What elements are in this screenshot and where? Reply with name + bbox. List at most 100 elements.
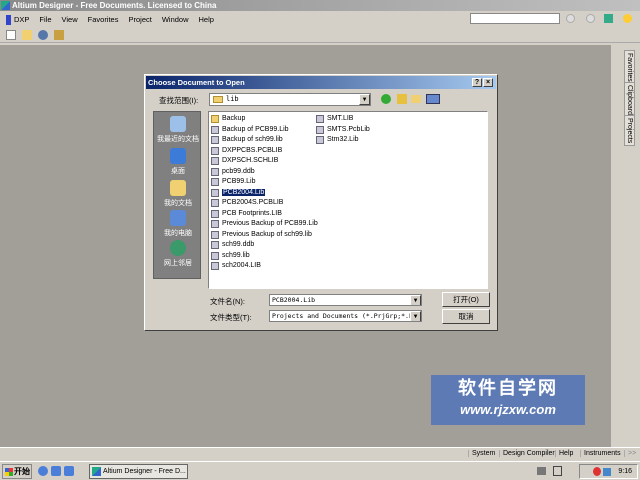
back-icon[interactable] xyxy=(381,94,391,104)
menu-window[interactable]: Window xyxy=(162,15,189,24)
network-icon[interactable] xyxy=(604,14,613,23)
list-item[interactable]: Backup xyxy=(211,114,245,124)
list-item[interactable]: Previous Backup of sch99.lib xyxy=(211,230,312,240)
file-name: sch99.ddb xyxy=(222,241,255,248)
menu-view[interactable]: View xyxy=(62,15,78,24)
library-icon[interactable] xyxy=(54,30,64,40)
list-item[interactable]: SMT.LIB xyxy=(316,114,353,124)
place-network[interactable]: 网上邻居 xyxy=(154,240,202,268)
altium-logo-icon xyxy=(1,1,10,10)
tab-projects[interactable]: Projects xyxy=(624,115,635,147)
list-item[interactable]: sch2004.LIB xyxy=(211,261,261,271)
filename-input[interactable]: PCB2004.Lib ▼ xyxy=(269,294,422,306)
list-item[interactable]: DXPPCBS.PCBLIB xyxy=(211,146,282,156)
file-name: PCB2004.Lib xyxy=(222,188,266,196)
chevron-down-icon[interactable]: ▼ xyxy=(410,295,421,305)
status-more[interactable]: >> xyxy=(624,450,636,457)
back-icon[interactable] xyxy=(566,14,575,23)
menu-project[interactable]: Project xyxy=(128,15,151,24)
list-item[interactable]: sch99.ddb xyxy=(211,240,254,250)
file-icon xyxy=(211,125,219,134)
file-name: PCB Footprints.LIB xyxy=(222,209,282,217)
desktop-icon[interactable] xyxy=(64,466,74,476)
open-folder-icon[interactable] xyxy=(22,30,32,40)
chevron-down-icon[interactable]: ▼ xyxy=(410,311,421,321)
network-icon[interactable] xyxy=(603,468,611,476)
place-my-computer[interactable]: 我的电脑 xyxy=(154,210,202,238)
taskbar: 开始 Altium Designer - Free D... 9:16 xyxy=(0,461,640,480)
address-input[interactable] xyxy=(470,13,560,24)
file-name: sch99.lib xyxy=(222,251,250,259)
list-item[interactable]: sch99.lib xyxy=(211,251,250,261)
file-name: Backup of PCB99.Lib xyxy=(222,125,289,133)
start-button[interactable]: 开始 xyxy=(2,464,32,479)
list-item[interactable]: SMTS.PcbLib xyxy=(316,125,370,135)
list-item[interactable]: PCB99.Lib xyxy=(211,177,255,187)
watermark-url: www.rjzxw.com xyxy=(460,402,556,417)
menu-file[interactable]: File xyxy=(39,15,51,24)
desktop-icon xyxy=(170,148,186,164)
tab-clipboard[interactable]: Clipboard xyxy=(624,82,635,118)
help-button[interactable]: ? xyxy=(472,78,482,87)
tab-favorites[interactable]: Favorites xyxy=(624,50,635,85)
list-item[interactable]: DXPSCH.SCHLIB xyxy=(211,156,278,166)
folder-icon xyxy=(211,115,219,123)
look-in-dropdown[interactable]: lib ▼ xyxy=(209,93,371,106)
open-button[interactable]: 打开(O) xyxy=(442,292,490,307)
new-document-icon[interactable] xyxy=(6,30,16,40)
qq-icon[interactable] xyxy=(593,467,601,476)
list-item[interactable]: PCB2004S.PCBLIB xyxy=(211,198,283,208)
file-icon xyxy=(211,157,219,165)
taskbar-item-altium[interactable]: Altium Designer - Free D... xyxy=(89,464,188,479)
close-button[interactable]: × xyxy=(483,78,493,87)
forward-icon[interactable] xyxy=(586,14,595,23)
app-title: Altium Designer - Free Documents. Licens… xyxy=(12,1,217,10)
list-item[interactable]: pcb99.ddb xyxy=(211,167,255,177)
file-icon xyxy=(211,136,219,144)
file-icon xyxy=(211,209,219,218)
project-icon[interactable] xyxy=(38,30,48,40)
file-name: DXPSCH.SCHLIB xyxy=(222,157,279,164)
menu-help[interactable]: Help xyxy=(199,15,214,24)
menu-dxp[interactable]: DXP xyxy=(6,14,29,25)
printer-icon[interactable] xyxy=(537,467,546,475)
menu-favorites[interactable]: Favorites xyxy=(88,15,119,24)
view-menu-icon[interactable] xyxy=(426,94,440,104)
list-item-selected[interactable]: PCB2004.Lib xyxy=(211,188,266,198)
list-item[interactable]: Previous Backup of PCB99.Lib xyxy=(211,219,318,229)
task-label: Altium Designer - Free D... xyxy=(103,468,186,475)
help-icon[interactable] xyxy=(553,466,562,476)
status-system[interactable]: System xyxy=(468,450,495,457)
start-label: 开始 xyxy=(14,467,30,476)
file-icon xyxy=(211,241,219,249)
folder-icon xyxy=(213,96,223,103)
dxp-icon xyxy=(6,14,11,25)
filename-value: PCB2004.Lib xyxy=(272,296,316,304)
up-folder-icon[interactable] xyxy=(397,94,407,104)
list-item[interactable]: Stm32.Lib xyxy=(316,135,359,145)
filetype-dropdown[interactable]: Projects and Documents (*.PrjGrp;*.Pr ▼ xyxy=(269,310,422,322)
place-desktop[interactable]: 桌面 xyxy=(154,148,202,176)
status-help[interactable]: Help xyxy=(555,450,573,457)
file-name: Stm32.Lib xyxy=(327,136,359,143)
system-tray: 9:16 xyxy=(579,464,638,479)
clock: 9:16 xyxy=(618,468,632,475)
list-item[interactable]: Backup of PCB99.Lib xyxy=(211,125,289,135)
list-item[interactable]: Backup of sch99.lib xyxy=(211,135,283,145)
status-design-compiler[interactable]: Design Compiler xyxy=(499,450,555,457)
cancel-button[interactable]: 取消 xyxy=(442,309,490,324)
file-name: SMT.LIB xyxy=(327,115,354,122)
ie-icon[interactable] xyxy=(38,466,48,476)
status-instruments[interactable]: Instruments xyxy=(580,450,621,457)
place-my-documents[interactable]: 我的文档 xyxy=(154,180,202,208)
list-item[interactable]: PCB Footprints.LIB xyxy=(211,209,282,219)
file-name: Previous Backup of sch99.lib xyxy=(222,230,312,238)
favorites-icon[interactable] xyxy=(623,14,632,23)
watermark-title: 软件自学网 xyxy=(458,378,558,398)
chevron-down-icon[interactable]: ▼ xyxy=(359,94,370,105)
file-icon xyxy=(211,251,219,260)
place-recent[interactable]: 我最近的文档 xyxy=(154,116,202,144)
quicklaunch-icon[interactable] xyxy=(51,466,61,476)
new-folder-icon[interactable] xyxy=(411,95,421,103)
open-document-dialog: Choose Document to Open ? × 查找范围(I): lib… xyxy=(144,74,498,331)
